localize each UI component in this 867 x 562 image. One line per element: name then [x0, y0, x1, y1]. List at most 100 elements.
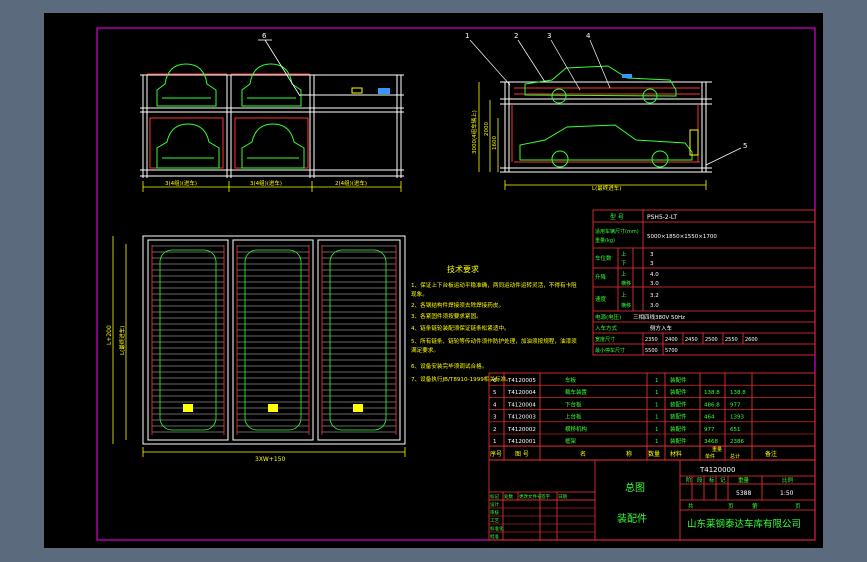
spec-row4-sub1-v: 3.2: [650, 293, 659, 299]
tech-req-line-4: 3、各紧固件须按要求紧固。: [411, 312, 482, 320]
bom-cell-w1: 3468: [704, 439, 718, 445]
bom-h-name1: 名: [580, 450, 586, 458]
spec-row1-label: 适用车辆尺寸(mm): [595, 228, 639, 235]
sign-label: 标准化: [490, 525, 504, 532]
bom-cell-mat: 装配件: [670, 425, 687, 433]
tech-req-line-1: 1、保证上下台板运动平稳准确，两同运动件运转灵活，不得有卡阻: [411, 281, 577, 289]
bom-cell-qty: 1: [655, 439, 659, 445]
sign-label: 签字: [541, 493, 550, 500]
bom-cell-qty: 1: [655, 390, 659, 396]
bom-cell-code: T4120002: [507, 427, 536, 433]
spec-row4-sub2-k: 横移: [621, 302, 631, 309]
side-dim-bottom: L(最终进车): [592, 184, 621, 192]
title-stage-3: 标: [709, 476, 715, 484]
bom-cell-w2: 2386: [730, 439, 744, 445]
bom-cell-code: T4120004: [507, 402, 536, 408]
bom-cell-w2: 977: [730, 402, 741, 408]
title-stage-1: 阶: [686, 476, 692, 484]
title-stage-2: 段: [697, 476, 703, 484]
side-callout-3: 3: [547, 32, 551, 40]
sign-label: 日期: [558, 494, 567, 500]
spec-row7-v2: 2400: [665, 337, 678, 343]
bom-cell-mat: 装配件: [670, 400, 687, 408]
spec-row7-v6: 2600: [745, 337, 758, 343]
sign-label: 设计: [490, 501, 499, 508]
front-view-dim-3: 2(4组)(进车): [335, 179, 367, 187]
sign-label: 审核: [490, 509, 499, 516]
bom-cell-w1: 464: [704, 415, 715, 421]
bom-cell-no: 3: [493, 415, 497, 421]
title-sheet-1: 共: [688, 502, 694, 510]
spec-row4-label: 速度: [595, 295, 607, 303]
spec-row3-sub1-k: 上: [621, 270, 627, 278]
bom-cell-code: T4120004: [507, 390, 536, 396]
bom-cell-mat: 装配件: [670, 388, 687, 396]
title-sheet-2: 页: [728, 503, 734, 510]
title-scale-label: 比例: [782, 476, 794, 484]
plan-dim-left: L+200: [106, 325, 113, 345]
bom-cell-w1: 486.8: [704, 402, 720, 408]
spec-title-right: PSH5-2-LT: [647, 214, 677, 221]
spec-row7-label: 宽度尺寸: [595, 336, 615, 343]
bom-cell-name: 载车装置: [565, 388, 588, 396]
spec-row6-value: 侧方入车: [650, 324, 673, 332]
bom-cell-mat: 装配件: [670, 437, 687, 445]
bom-cell-no: 6: [493, 378, 497, 384]
sign-label: 工艺: [490, 518, 499, 524]
spec-row7-v3: 2450: [685, 337, 698, 343]
bom-cell-name: 横移机构: [565, 425, 588, 433]
spec-row8-label: 最小停车尺寸: [595, 347, 625, 354]
bom-cell-name: 下台板: [565, 400, 582, 408]
spec-row7-v1: 2350: [645, 337, 658, 343]
spec-row5-value: 三相四线380V 50Hz: [633, 313, 685, 321]
spec-row2-sub2-v: 3: [650, 261, 654, 267]
sign-label: 处数: [504, 493, 513, 500]
title-sheet-3: 第: [752, 502, 758, 510]
spec-row4-sub2-v: 3.0: [650, 303, 659, 309]
spec-row3-label: 升降: [595, 273, 607, 281]
title-name-line1: 总图: [625, 481, 645, 494]
spec-row7-v5: 2550: [725, 337, 738, 343]
bom-cell-no: 2: [493, 427, 497, 433]
bom-cell-code: T4120001: [507, 439, 536, 445]
spec-row3-sub2-v: 3.0: [650, 281, 659, 287]
title-name-line2: 装配件: [617, 512, 647, 525]
spec-row5-label: 电源(电压): [595, 313, 621, 321]
side-callout-4: 4: [586, 32, 591, 40]
bom-cell-no: 4: [493, 402, 497, 408]
front-view-dim-2: 3(4组)(进车): [250, 179, 282, 187]
bom-cell-w2: 651: [730, 427, 741, 433]
spec-row3-sub2-k: 横移: [621, 280, 631, 287]
tech-req-line-5: 4、链条链轮装配须保证链条松紧适中。: [411, 324, 510, 332]
title-sheet-4: 页: [795, 503, 801, 510]
bom-cell-name: 上台板: [565, 413, 582, 421]
tech-req-line-7: 满足要求。: [411, 346, 439, 354]
front-view-dim-1: 3(4组)(进车): [165, 179, 197, 187]
bom-h-mat: 材料: [670, 450, 682, 458]
front-view-callout-6: 6: [262, 32, 267, 40]
bom-h-name2: 称: [626, 450, 632, 458]
bom-cell-qty: 1: [655, 427, 659, 433]
bom-h-weight: 重量: [712, 446, 722, 453]
bom-cell-mat: 装配件: [670, 376, 687, 384]
side-callout-2: 2: [514, 32, 518, 40]
spec-row3-sub1-v: 4.0: [650, 272, 659, 278]
spec-row7-v4: 2500: [705, 337, 718, 343]
tech-req-line-9: 7、设备执行JB/T8910-1999相关标准。: [411, 375, 512, 383]
spec-row2-sub2-k: 下: [621, 260, 627, 267]
bom-cell-w2: 138.8: [730, 390, 746, 396]
bom-h-unit: 单件: [705, 453, 715, 460]
bom-cell-w1: 977: [704, 427, 715, 433]
spec-title-left: 型 号: [610, 213, 624, 221]
title-scale: 1:50: [780, 490, 794, 497]
spec-row2-sub1-v: 3: [650, 252, 654, 258]
tech-req-line-8: 6、设备安装完毕须调试合格。: [411, 362, 487, 370]
bom-cell-no: 1: [493, 439, 497, 445]
sign-label: 标记: [490, 493, 499, 500]
plan-dim-bottom: 3XW+150: [255, 456, 286, 463]
title-stage-4: 记: [720, 477, 726, 484]
bom-cell-code: T4120003: [507, 415, 536, 421]
side-callout-1: 1: [465, 32, 469, 40]
bom-cell-no: 5: [493, 390, 497, 396]
cad-drawing-canvas: 6 3(4组)(进车) 3(4组)(进车) 2(4组)(进车) 1 2 3 4 …: [44, 13, 823, 548]
